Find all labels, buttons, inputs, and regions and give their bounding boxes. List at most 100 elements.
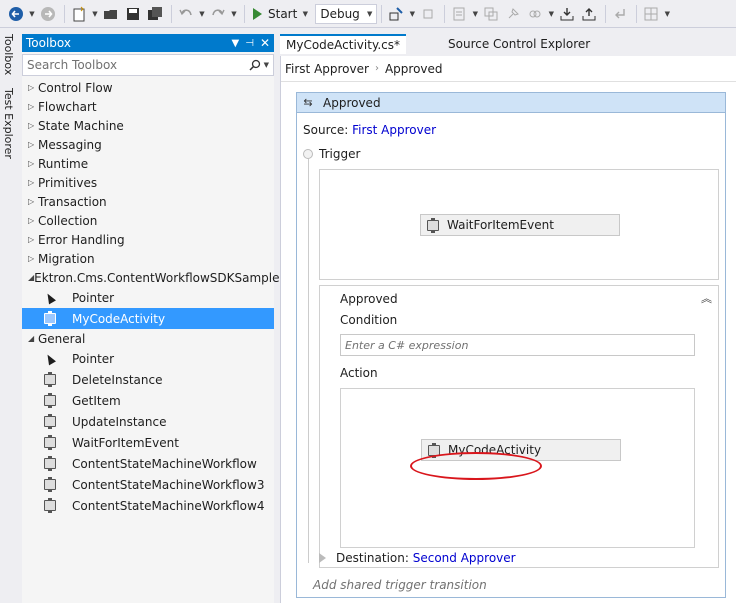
- toolbox-category[interactable]: ▷ Control Flow: [22, 78, 274, 97]
- source-line: Source: First Approver: [303, 123, 436, 137]
- destination-line: Destination: Second Approver: [319, 551, 516, 565]
- chevron-down-icon: ▼: [366, 9, 373, 18]
- open-file-button[interactable]: [101, 4, 121, 24]
- import-button[interactable]: [557, 4, 577, 24]
- export-button[interactable]: [579, 4, 599, 24]
- condition-input[interactable]: Enter a C# expression: [340, 334, 695, 356]
- toolbox-item-waitforitemevent[interactable]: WaitForItemEvent: [22, 432, 274, 453]
- start-button[interactable]: Start: [249, 4, 301, 24]
- test-explorer-side-tab[interactable]: Test Explorer: [2, 88, 15, 159]
- grid-icon: [644, 7, 658, 20]
- toolbox-category-general[interactable]: ◢ General: [22, 329, 274, 348]
- collapsed-triangle-icon: ▷: [28, 254, 35, 263]
- destination-link[interactable]: Second Approver: [413, 551, 516, 565]
- new-dropdown[interactable]: ▼: [91, 4, 99, 24]
- link-dropdown[interactable]: ▼: [547, 4, 555, 24]
- back-dropdown[interactable]: ▼: [28, 4, 36, 24]
- source-link[interactable]: First Approver: [352, 123, 436, 137]
- toolbox-category[interactable]: ▷ Migration: [22, 249, 274, 268]
- configuration-select[interactable]: Debug ▼: [315, 3, 378, 24]
- search-input[interactable]: Search Toolbox: [27, 58, 117, 72]
- find-in-files-icon: [389, 6, 404, 20]
- toolbox-category[interactable]: ▷ Collection: [22, 211, 274, 230]
- activity-icon: [44, 393, 56, 408]
- new-project-button[interactable]: [69, 4, 89, 24]
- link-button[interactable]: [525, 4, 545, 24]
- find-dropdown[interactable]: ▼: [408, 4, 416, 24]
- tab-mycodeactivity[interactable]: MyCodeActivity.cs*: [280, 34, 407, 54]
- toolbox-side-tab[interactable]: Toolbox: [2, 34, 15, 75]
- trigger-header: Trigger: [303, 147, 360, 161]
- transition-name[interactable]: Approved: [340, 292, 398, 306]
- undo-dropdown[interactable]: ▼: [198, 4, 206, 24]
- redo-button[interactable]: [208, 4, 228, 24]
- document-outline-button[interactable]: [449, 4, 469, 24]
- return-button[interactable]: [610, 4, 630, 24]
- add-shared-trigger-link[interactable]: Add shared trigger transition: [313, 578, 487, 592]
- forward-button[interactable]: [38, 4, 58, 24]
- toolbox-item-contentstatemachineworkflow[interactable]: ContentStateMachineWorkflow: [22, 453, 274, 474]
- start-dropdown[interactable]: ▼: [301, 4, 309, 24]
- action-drop-area[interactable]: MyCodeActivity: [340, 388, 695, 548]
- find-in-files-button[interactable]: [386, 4, 406, 24]
- grid-button[interactable]: [641, 4, 661, 24]
- redo-dropdown[interactable]: ▼: [230, 4, 238, 24]
- save-all-button[interactable]: [145, 4, 165, 24]
- collapse-chevron-icon[interactable]: ︽: [701, 290, 712, 306]
- toolbox-item-getitem[interactable]: GetItem: [22, 390, 274, 411]
- breadcrumb-approved[interactable]: Approved: [385, 62, 443, 76]
- toolbox-item-contentstatemachineworkflow3[interactable]: ContentStateMachineWorkflow3: [22, 474, 274, 495]
- toolbox-category[interactable]: ▷ Flowchart: [22, 97, 274, 116]
- toolbox-item-pointer[interactable]: Pointer: [22, 287, 274, 308]
- collapsed-triangle-icon: ▷: [28, 83, 35, 92]
- toolbox-category[interactable]: ▷ State Machine: [22, 116, 274, 135]
- back-arrow-icon: [9, 6, 23, 21]
- toolbox-category[interactable]: ▷ Primitives: [22, 173, 274, 192]
- toolbox-item-updateinstance[interactable]: UpdateInstance: [22, 411, 274, 432]
- toolbox-category[interactable]: ▷ Error Handling: [22, 230, 274, 249]
- transition-designer[interactable]: ⇆ Approved Source: First Approver Trigge…: [296, 92, 726, 598]
- toolbox-category[interactable]: ▷ Runtime: [22, 154, 274, 173]
- toolbox-category-ektron[interactable]: ◢ Ektron.Cms.ContentWorkflowSDKSample: [22, 268, 280, 287]
- trigger-activity[interactable]: WaitForItemEvent: [420, 214, 620, 236]
- trigger-drop-area[interactable]: WaitForItemEvent: [319, 169, 719, 280]
- breadcrumb-first-approver[interactable]: First Approver: [285, 62, 369, 76]
- activity-icon: [44, 498, 56, 513]
- document-tabs: MyCodeActivity.cs* Source Control Explor…: [280, 34, 736, 54]
- grid-dropdown[interactable]: ▼: [663, 4, 671, 24]
- close-icon[interactable]: ✕: [260, 36, 270, 50]
- save-button[interactable]: [123, 4, 143, 24]
- undo-icon: [179, 8, 192, 15]
- destination-arrow-icon: [319, 553, 326, 563]
- toolbox-category[interactable]: ▷ Messaging: [22, 135, 274, 154]
- pin-button[interactable]: [503, 4, 523, 24]
- document-dropdown[interactable]: ▼: [471, 4, 479, 24]
- panel-menu-icon[interactable]: ▼: [232, 38, 240, 49]
- pin-icon: [508, 7, 520, 18]
- action-activity[interactable]: MyCodeActivity: [421, 439, 621, 461]
- copy-button[interactable]: [481, 4, 501, 24]
- toolbox-item-pointer[interactable]: Pointer: [22, 348, 274, 369]
- upload-tray-icon: [582, 7, 596, 20]
- undo-button[interactable]: [176, 4, 196, 24]
- toolbox-item-deleteinstance[interactable]: DeleteInstance: [22, 369, 274, 390]
- transition-header[interactable]: ⇆ Approved: [297, 93, 725, 113]
- download-tray-icon: [560, 7, 574, 20]
- toolbox-search[interactable]: Search Toolbox ▼: [22, 54, 274, 76]
- action-label: Action: [340, 366, 378, 380]
- toolbox-category[interactable]: ▷ Transaction: [22, 192, 274, 211]
- extra-tool-button[interactable]: [418, 4, 438, 24]
- back-button[interactable]: [6, 4, 26, 24]
- toolbox-item-mycodeactivity[interactable]: MyCodeActivity: [22, 308, 274, 329]
- chevron-down-icon[interactable]: ▼: [264, 61, 269, 69]
- tab-source-control-explorer[interactable]: Source Control Explorer: [442, 34, 596, 54]
- activity-icon: [44, 372, 56, 387]
- source-prefix: Source:: [303, 123, 349, 137]
- expanded-triangle-icon: ◢: [28, 334, 35, 343]
- toolbox-item-contentstatemachineworkflow4[interactable]: ContentStateMachineWorkflow4: [22, 495, 274, 516]
- save-icon: [127, 7, 139, 20]
- open-folder-icon: [104, 9, 117, 19]
- toolbox-panel: Toolbox ▼ ⊣ ✕ Search Toolbox ▼ ▷ Control …: [22, 34, 280, 603]
- pin-icon[interactable]: ⊣: [245, 38, 254, 49]
- start-label: Start: [268, 6, 298, 21]
